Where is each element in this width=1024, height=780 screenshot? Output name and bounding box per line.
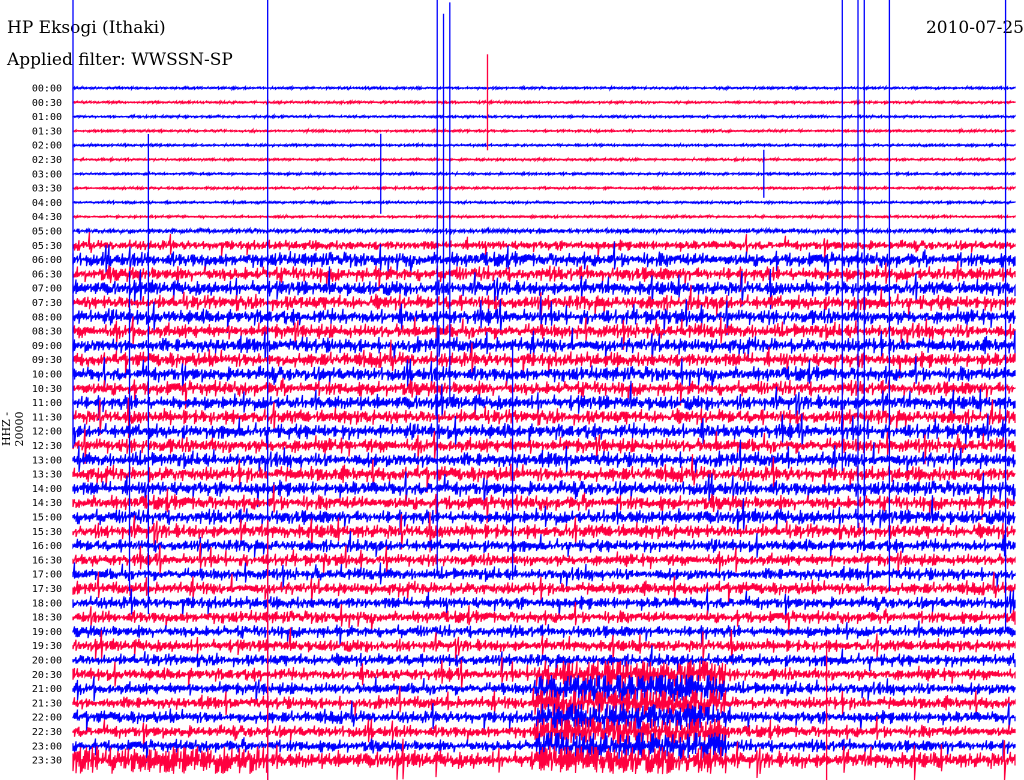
trace-row (72, 213, 1016, 221)
row-time-label: 03:30 (32, 184, 62, 195)
row-time-label: 16:30 (32, 555, 62, 566)
row-time-label: 13:00 (32, 455, 62, 466)
row-time-label: 18:00 (32, 598, 62, 609)
trace-row (72, 199, 1016, 206)
trace-row (72, 226, 1016, 236)
trace-row (72, 231, 1016, 260)
row-time-label: 21:00 (32, 684, 62, 695)
row-time-label: 15:00 (32, 513, 62, 524)
row-time-label: 05:00 (32, 227, 62, 238)
row-time-label: 21:30 (32, 698, 62, 709)
row-time-label: 12:30 (32, 441, 62, 452)
row-time-label: 00:00 (32, 84, 62, 95)
row-time-label: 23:00 (32, 741, 62, 752)
row-time-label: 20:00 (32, 656, 62, 667)
row-time-label: 20:30 (32, 670, 62, 681)
row-time-label: 19:00 (32, 627, 62, 638)
row-time-label: 12:00 (32, 427, 62, 438)
row-time-label: 22:00 (32, 713, 62, 724)
row-time-label: 07:00 (32, 284, 62, 295)
trace-row (72, 170, 1016, 178)
row-time-label: 08:00 (32, 312, 62, 323)
trace-row (72, 113, 1016, 121)
row-time-label: 01:00 (32, 112, 62, 123)
row-time-label: 10:30 (32, 384, 62, 395)
row-time-label: 13:30 (32, 470, 62, 481)
helicorder-plot: 00:00 00:30 01:00 01:30 02:00 02:30 03:00 03:30… (32, 0, 1016, 780)
row-time-label: 05:30 (32, 241, 62, 252)
trace-row (72, 84, 1016, 92)
row-time-label: 09:30 (32, 355, 62, 366)
row-time-label: 09:00 (32, 341, 62, 352)
row-time-label: 16:00 (32, 541, 62, 552)
traces (72, 0, 1016, 780)
row-time-label: 08:30 (32, 327, 62, 338)
row-time-label: 01:30 (32, 126, 62, 137)
trace-row (72, 98, 1016, 106)
row-time-label: 18:30 (32, 613, 62, 624)
row-time-label: 14:00 (32, 484, 62, 495)
row-time-label: 15:30 (32, 527, 62, 538)
row-time-label: 04:30 (32, 212, 62, 223)
row-time-label: 14:30 (32, 498, 62, 509)
row-time-label: 06:30 (32, 269, 62, 280)
row-time-label: 11:30 (32, 412, 62, 423)
row-time-label: 11:00 (32, 398, 62, 409)
row-time-label: 06:00 (32, 255, 62, 266)
row-time-label: 02:30 (32, 155, 62, 166)
row-time-label: 10:00 (32, 370, 62, 381)
row-time-label: 19:30 (32, 641, 62, 652)
trace-row (72, 127, 1016, 135)
trace-row (72, 184, 1016, 192)
row-time-label: 22:30 (32, 727, 62, 738)
row-time-label: 23:30 (32, 756, 62, 767)
row-time-label: 00:30 (32, 98, 62, 109)
trace-row (72, 141, 1016, 149)
row-labels: 00:00 00:30 01:00 01:30 02:00 02:30 03:00 03:30… (32, 84, 62, 767)
row-time-label: 02:00 (32, 141, 62, 152)
row-time-label: 07:30 (32, 298, 62, 309)
row-time-label: 17:30 (32, 584, 62, 595)
row-time-label: 03:00 (32, 169, 62, 180)
row-time-label: 17:00 (32, 570, 62, 581)
trace-row (72, 155, 1016, 164)
row-time-label: 04:00 (32, 198, 62, 209)
